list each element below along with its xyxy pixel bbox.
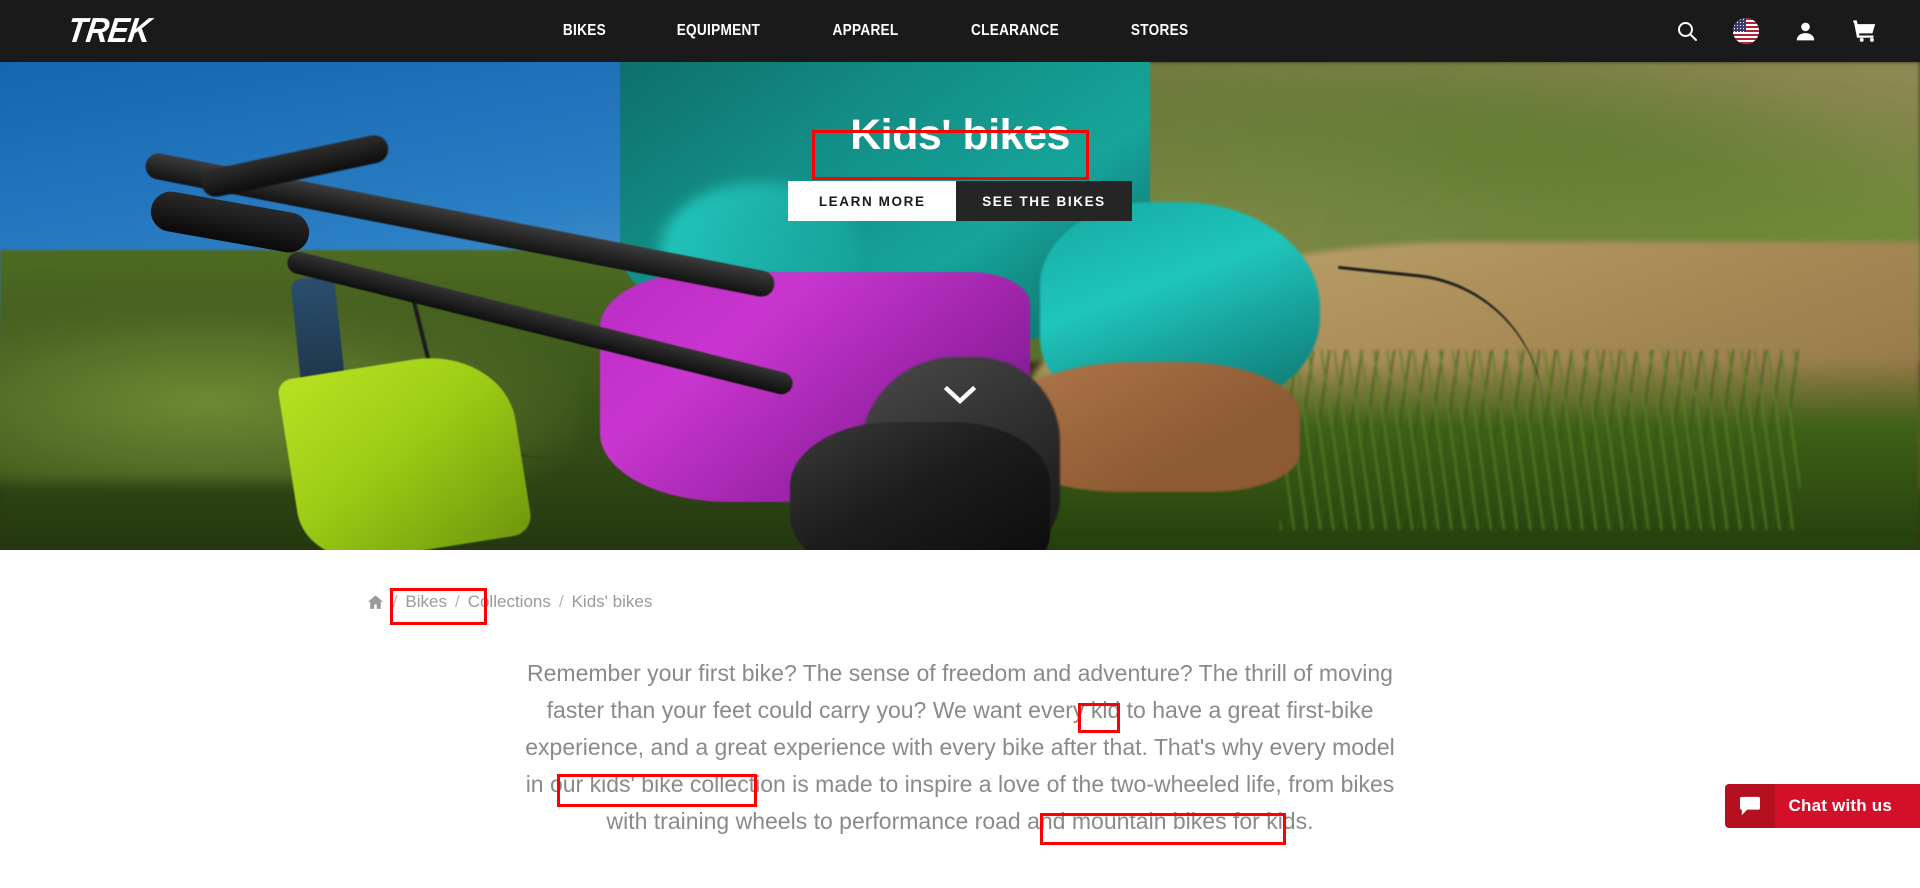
nav-item-stores[interactable]: STORES bbox=[1131, 22, 1188, 40]
chat-widget[interactable]: Chat with us bbox=[1724, 784, 1920, 828]
chat-bubble-icon bbox=[1724, 784, 1775, 828]
us-flag-circle bbox=[1733, 18, 1759, 44]
breadcrumb-item-bikes[interactable]: Bikes bbox=[405, 592, 447, 612]
header-icon-group bbox=[1675, 0, 1878, 62]
see-the-bikes-button[interactable]: SEE THE BIKES bbox=[956, 181, 1132, 221]
nav-item-equipment[interactable]: EQUIPMENT bbox=[677, 22, 760, 40]
site-header: TREK BIKES EQUIPMENT APPAREL CLEARANCE S… bbox=[0, 0, 1920, 62]
flag-icon[interactable] bbox=[1733, 18, 1759, 44]
hero-banner: Kids' bikes LEARN MORE SEE THE BIKES bbox=[0, 62, 1920, 550]
breadcrumb-item-collections[interactable]: Collections bbox=[468, 592, 551, 612]
breadcrumb-separator-1: / bbox=[392, 592, 398, 611]
nav-item-bikes[interactable]: BIKES bbox=[563, 22, 606, 40]
main-navigation: BIKES EQUIPMENT APPAREL CLEARANCE STORES bbox=[560, 0, 1192, 62]
cart-icon[interactable] bbox=[1852, 18, 1878, 44]
breadcrumb-separator-2: / bbox=[454, 592, 460, 611]
breadcrumb-separator-3: / bbox=[558, 592, 564, 611]
hero-button-group: LEARN MORE SEE THE BIKES bbox=[788, 181, 1132, 221]
breadcrumb-item-current: Kids' bikes bbox=[571, 592, 653, 611]
intro-highlight-kid: kid bbox=[1090, 697, 1121, 723]
nav-item-apparel[interactable]: APPAREL bbox=[832, 22, 898, 40]
home-icon[interactable] bbox=[366, 593, 385, 612]
intro-paragraph: Remember your first bike? The sense of f… bbox=[520, 655, 1400, 840]
hero-content: Kids' bikes LEARN MORE SEE THE BIKES bbox=[0, 62, 1920, 550]
chevron-down-icon[interactable] bbox=[943, 384, 977, 411]
chat-widget-label: Chat with us bbox=[1774, 784, 1920, 828]
search-icon[interactable] bbox=[1675, 19, 1699, 43]
hero-title: Kids' bikes bbox=[850, 111, 1070, 159]
learn-more-button[interactable]: LEARN MORE bbox=[788, 181, 957, 221]
trek-logo[interactable]: TREK bbox=[65, 11, 153, 51]
nav-item-clearance[interactable]: CLEARANCE bbox=[971, 22, 1059, 40]
intro-highlight-collection: kids' bike collection bbox=[589, 771, 786, 797]
account-icon[interactable] bbox=[1793, 19, 1818, 44]
breadcrumb: / Bikes / Collections / Kids' bikes bbox=[0, 592, 1469, 612]
intro-highlight-mountain: mountain bikes for kids. bbox=[1071, 808, 1314, 834]
